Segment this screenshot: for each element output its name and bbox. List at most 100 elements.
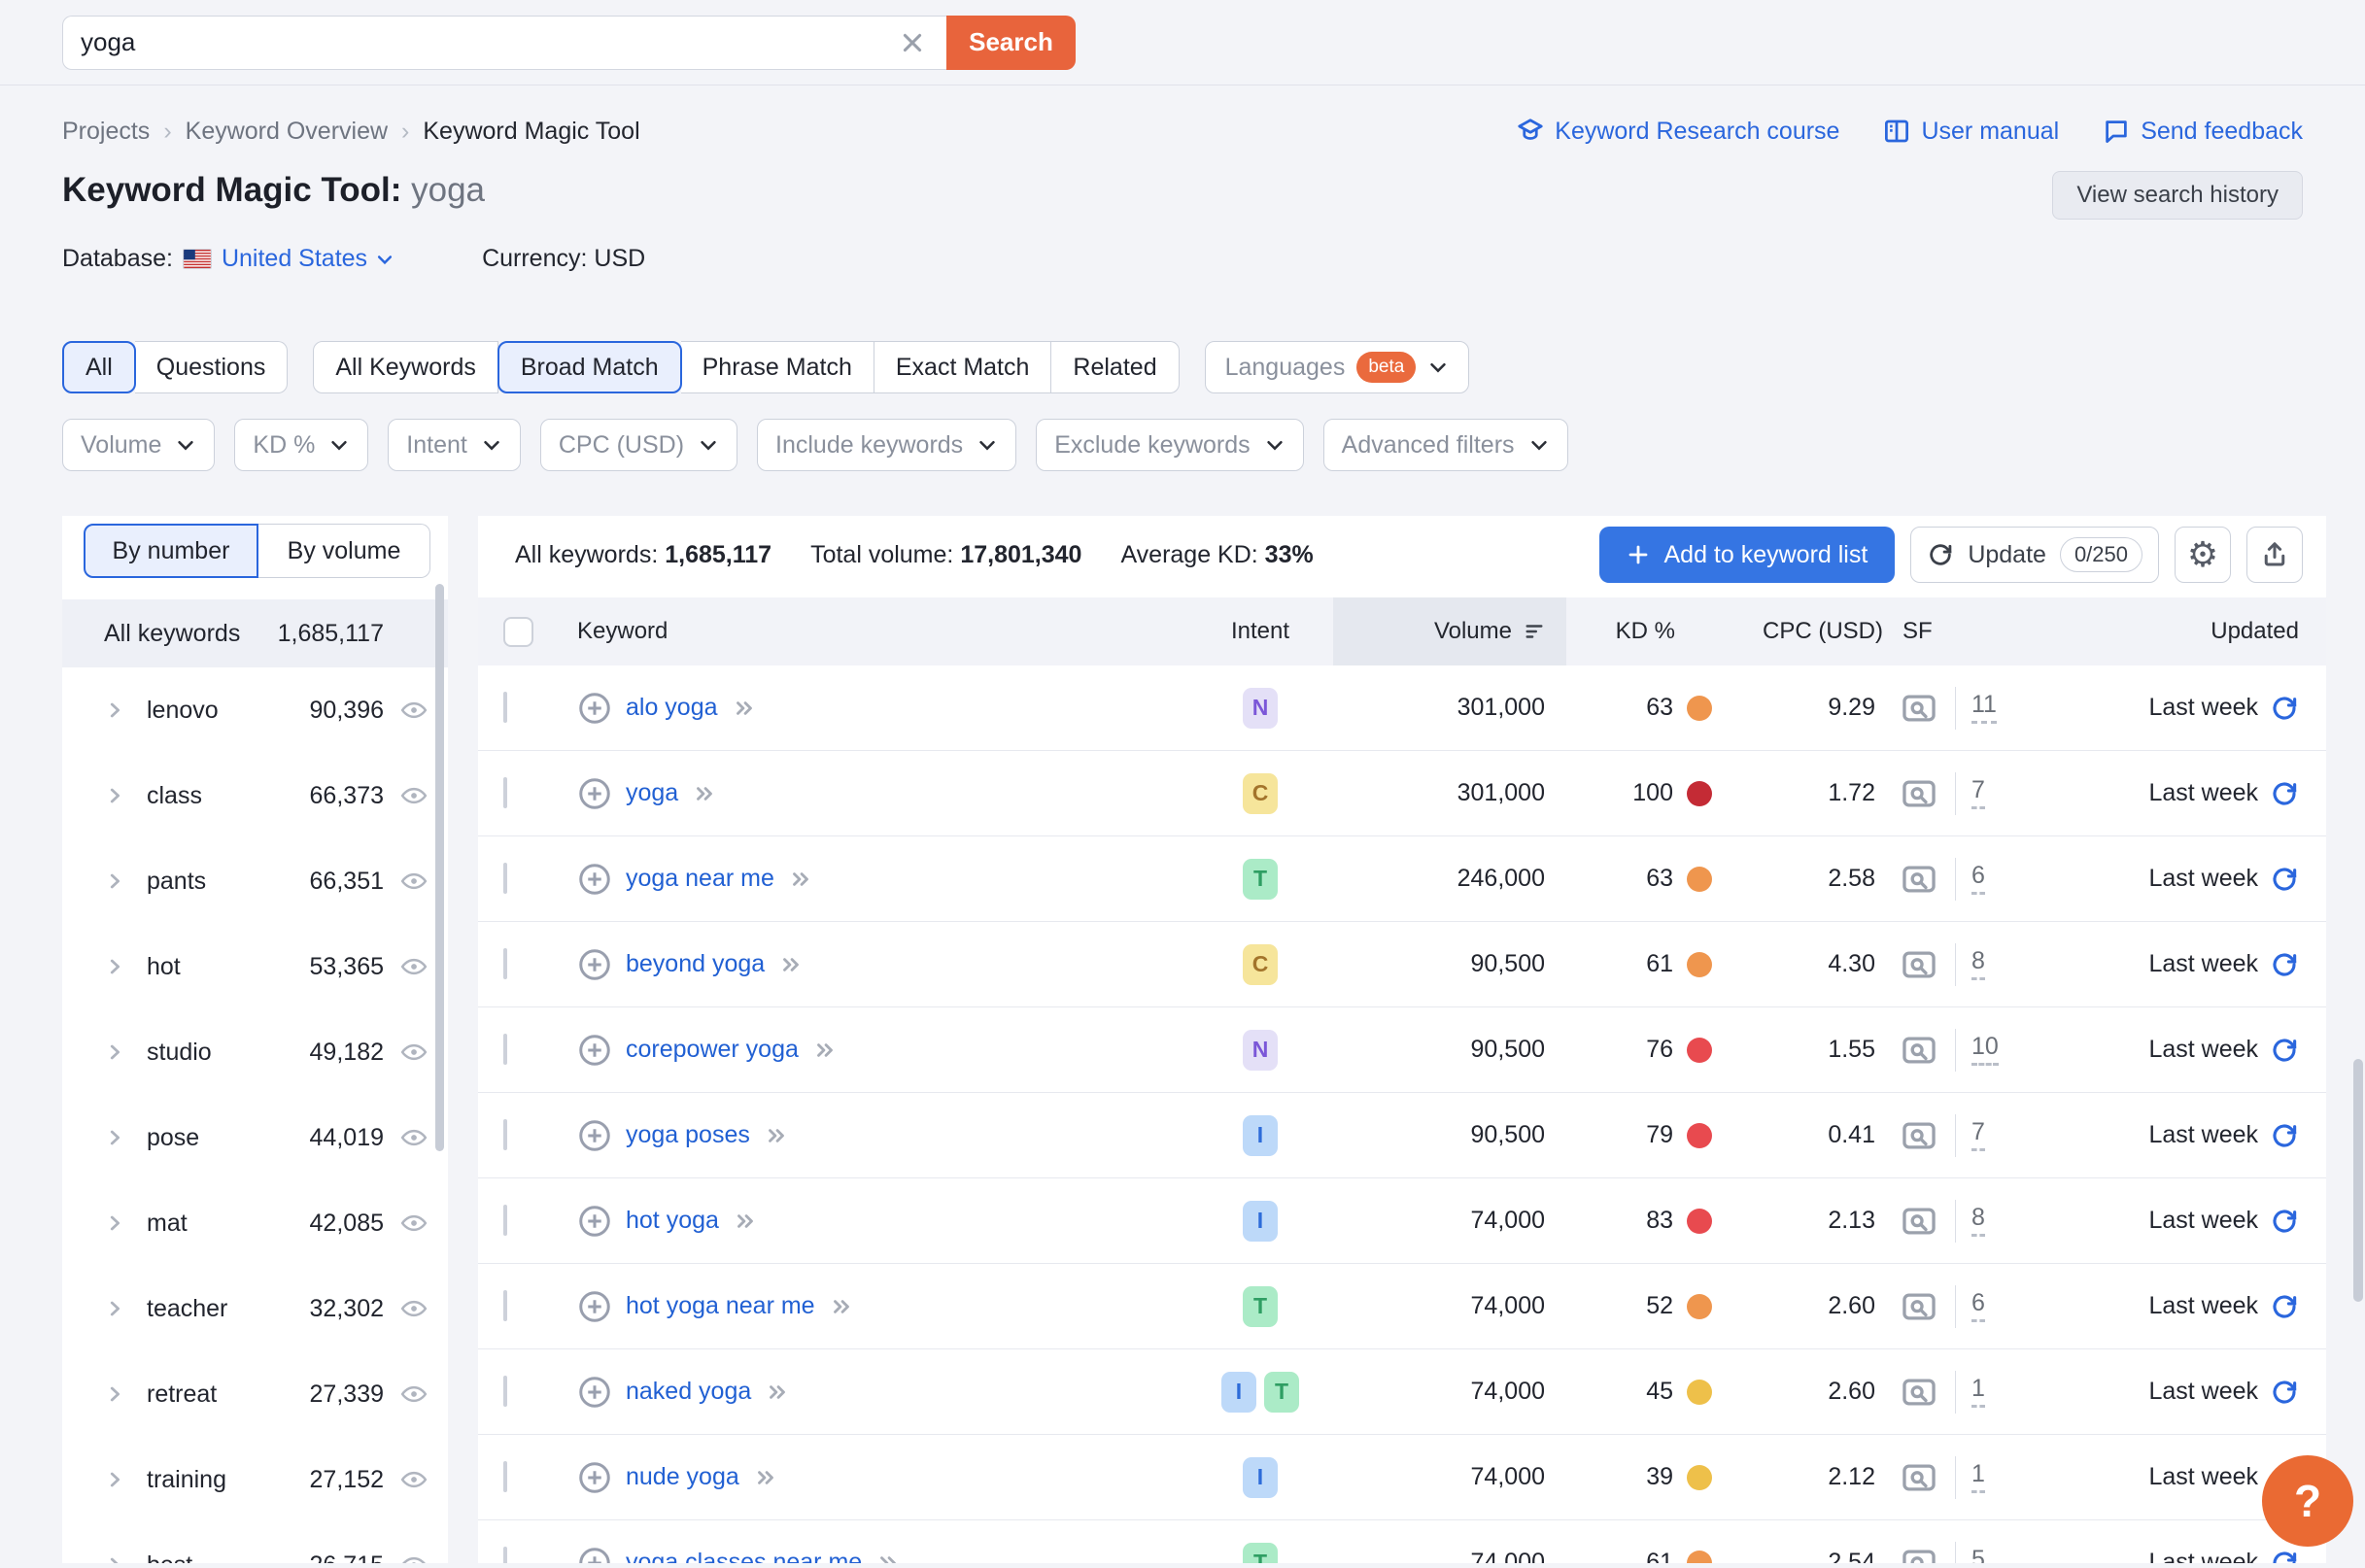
serp-features-icon[interactable] — [1899, 1545, 1939, 1564]
update-button[interactable]: Update 0/250 — [1910, 527, 2159, 583]
keyword-link[interactable]: beyond yoga — [626, 950, 765, 978]
tab-all-keywords[interactable]: All Keywords — [313, 341, 498, 393]
filter-advanced-filters[interactable]: Advanced filters — [1323, 419, 1568, 471]
row-checkbox[interactable] — [503, 1461, 507, 1492]
sidebar-scrollbar[interactable] — [435, 584, 444, 1151]
sidebar-item-teacher[interactable]: teacher 32,302 — [62, 1266, 448, 1351]
sidebar-all-keywords-row[interactable]: All keywords 1,685,117 — [62, 599, 448, 667]
row-checkbox[interactable] — [503, 1034, 507, 1065]
open-keyword-icon[interactable] — [765, 1380, 790, 1405]
refresh-icon[interactable] — [2270, 1207, 2299, 1236]
sf-count[interactable]: 5 — [1971, 1548, 1985, 1564]
sf-count[interactable]: 1 — [1971, 1462, 1985, 1493]
sf-count[interactable]: 6 — [1971, 864, 1985, 895]
refresh-icon[interactable] — [2270, 694, 2299, 723]
eye-icon[interactable] — [399, 952, 428, 981]
serp-features-icon[interactable] — [1899, 946, 1939, 983]
keyword-link[interactable]: hot yoga near me — [626, 1292, 815, 1320]
eye-icon[interactable] — [399, 1294, 428, 1323]
sf-count[interactable]: 7 — [1971, 1120, 1985, 1151]
database-selector[interactable]: United States — [222, 245, 394, 273]
clear-search-icon[interactable] — [896, 26, 929, 59]
eye-icon[interactable] — [399, 696, 428, 725]
sidebar-item-training[interactable]: training 27,152 — [62, 1437, 448, 1522]
open-keyword-icon[interactable] — [753, 1465, 778, 1490]
eye-icon[interactable] — [399, 1123, 428, 1152]
add-keyword-icon[interactable] — [577, 1118, 612, 1153]
keyword-link[interactable]: hot yoga — [626, 1207, 719, 1235]
tab-related[interactable]: Related — [1051, 341, 1179, 393]
eye-icon[interactable] — [399, 1209, 428, 1238]
eye-icon[interactable] — [399, 867, 428, 896]
eye-icon[interactable] — [399, 1551, 428, 1563]
sf-count[interactable]: 11 — [1971, 693, 1997, 724]
add-keyword-icon[interactable] — [577, 947, 612, 982]
tab-broad-match[interactable]: Broad Match — [497, 341, 682, 393]
filter-exclude-keywords[interactable]: Exclude keywords — [1036, 419, 1303, 471]
sf-count[interactable]: 10 — [1971, 1035, 1999, 1066]
header-link-keyword-research-course[interactable]: Keyword Research course — [1516, 117, 1839, 146]
sidebar-toggle-by-number[interactable]: By number — [84, 524, 258, 578]
keyword-link[interactable]: corepower yoga — [626, 1036, 799, 1064]
add-keyword-icon[interactable] — [577, 1289, 612, 1324]
add-keyword-icon[interactable] — [577, 691, 612, 726]
refresh-icon[interactable] — [2270, 779, 2299, 808]
refresh-icon[interactable] — [2270, 1549, 2299, 1564]
sidebar-item-hot[interactable]: hot 53,365 — [62, 924, 448, 1009]
sf-count[interactable]: 8 — [1971, 949, 1985, 980]
add-keyword-icon[interactable] — [577, 1460, 612, 1495]
row-checkbox[interactable] — [503, 1119, 507, 1150]
search-button[interactable]: Search — [946, 16, 1076, 70]
page-scrollbar[interactable] — [2353, 1059, 2363, 1302]
select-all-checkbox[interactable] — [503, 617, 533, 647]
add-keyword-icon[interactable] — [577, 776, 612, 811]
serp-features-icon[interactable] — [1899, 1459, 1939, 1496]
eye-icon[interactable] — [399, 1465, 428, 1494]
filter-include-keywords[interactable]: Include keywords — [757, 419, 1016, 471]
languages-dropdown[interactable]: Languages beta — [1205, 341, 1470, 393]
tab-phrase-match[interactable]: Phrase Match — [681, 341, 874, 393]
breadcrumb-projects[interactable]: Projects — [62, 118, 150, 146]
eye-icon[interactable] — [399, 1038, 428, 1067]
row-checkbox[interactable] — [503, 948, 507, 979]
tab-exact-match[interactable]: Exact Match — [874, 341, 1052, 393]
serp-features-icon[interactable] — [1899, 1117, 1939, 1154]
sf-count[interactable]: 8 — [1971, 1206, 1985, 1237]
keyword-link[interactable]: nude yoga — [626, 1463, 739, 1491]
keyword-link[interactable]: yoga poses — [626, 1121, 750, 1149]
refresh-icon[interactable] — [2270, 1036, 2299, 1065]
open-keyword-icon[interactable] — [812, 1038, 838, 1063]
open-keyword-icon[interactable] — [778, 952, 804, 977]
row-checkbox[interactable] — [503, 777, 507, 808]
search-input[interactable] — [81, 27, 896, 57]
eye-icon[interactable] — [399, 1380, 428, 1409]
serp-features-icon[interactable] — [1899, 1032, 1939, 1069]
refresh-icon[interactable] — [2270, 865, 2299, 894]
add-keyword-icon[interactable] — [577, 1033, 612, 1068]
sidebar-item-pants[interactable]: pants 66,351 — [62, 838, 448, 924]
refresh-icon[interactable] — [2270, 1121, 2299, 1150]
row-checkbox[interactable] — [503, 1376, 507, 1407]
sidebar-item-studio[interactable]: studio 49,182 — [62, 1009, 448, 1095]
refresh-icon[interactable] — [2270, 950, 2299, 979]
serp-features-icon[interactable] — [1899, 1374, 1939, 1411]
open-keyword-icon[interactable] — [788, 867, 813, 892]
breadcrumb-keyword-overview[interactable]: Keyword Overview — [186, 118, 388, 146]
open-keyword-icon[interactable] — [829, 1294, 854, 1319]
filter-kd-[interactable]: KD % — [234, 419, 368, 471]
header-link-send-feedback[interactable]: Send feedback — [2102, 117, 2303, 146]
add-keyword-icon[interactable] — [577, 1204, 612, 1239]
filter-intent[interactable]: Intent — [388, 419, 521, 471]
open-keyword-icon[interactable] — [764, 1123, 789, 1148]
eye-icon[interactable] — [399, 781, 428, 810]
help-button[interactable]: ? — [2262, 1455, 2353, 1547]
keyword-link[interactable]: yoga near me — [626, 865, 774, 893]
serp-features-icon[interactable] — [1899, 861, 1939, 898]
row-checkbox[interactable] — [503, 863, 507, 894]
add-keyword-icon[interactable] — [577, 1546, 612, 1564]
table-settings-button[interactable]: ⚙ — [2175, 527, 2231, 583]
header-link-user-manual[interactable]: User manual — [1882, 117, 2059, 146]
sf-count[interactable]: 1 — [1971, 1377, 1985, 1408]
add-keyword-icon[interactable] — [577, 1375, 612, 1410]
sidebar-toggle-by-volume[interactable]: By volume — [258, 524, 430, 578]
